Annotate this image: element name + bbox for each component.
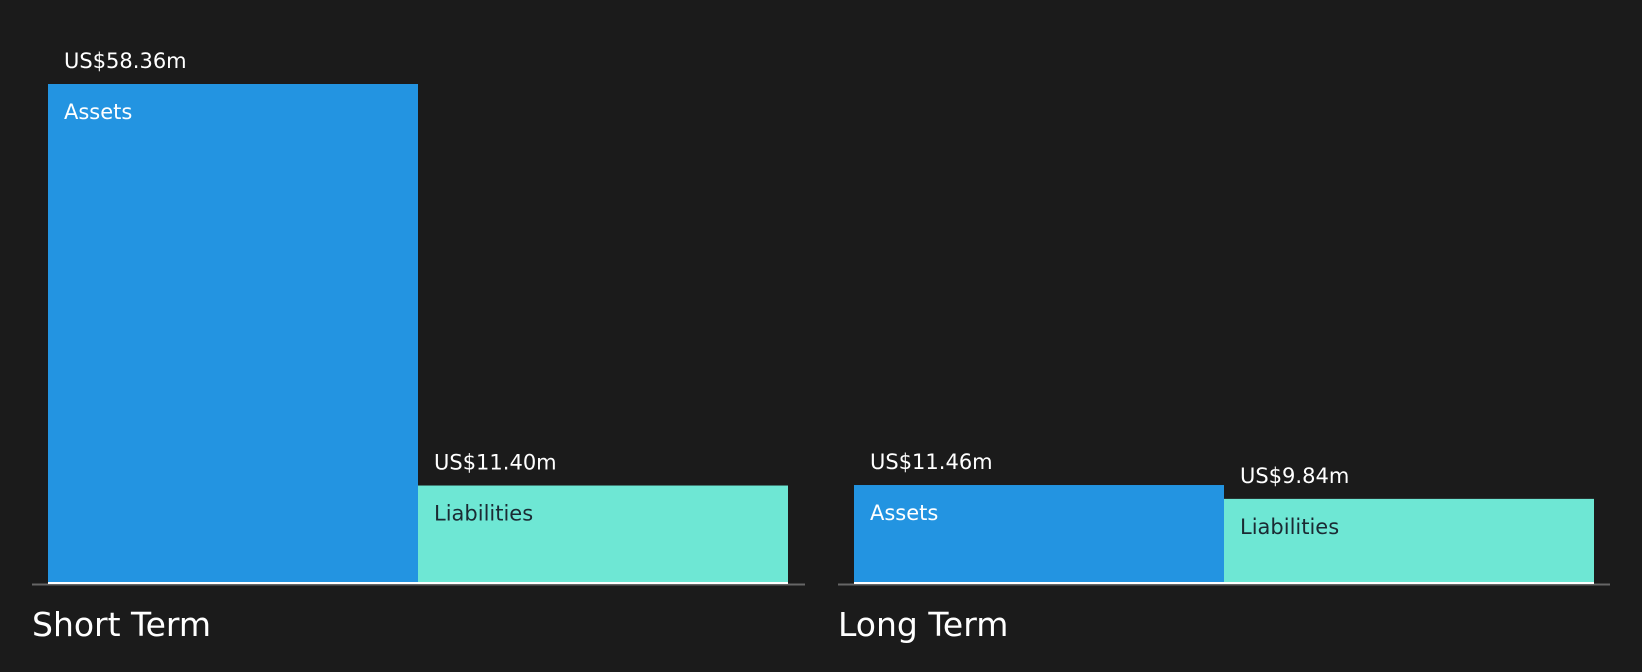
bar-label-0-1: Liabilities: [434, 502, 533, 526]
balance-sheet-chart: US$58.36m Assets US$11.40m Liabilities Short…: [0, 0, 1642, 668]
bar-1-0: [854, 485, 1224, 583]
value-label-0-1: US$11.40m: [434, 451, 557, 475]
bar-0-0: [48, 84, 418, 583]
bar-1-1: [1224, 498, 1594, 583]
bar-label-1-0: Assets: [870, 501, 938, 525]
group-label-1: Long Term: [838, 605, 1008, 644]
bar-0-1: [418, 485, 788, 583]
value-label-0-0: US$58.36m: [64, 49, 187, 73]
bar-label-1-1: Liabilities: [1240, 515, 1339, 539]
chart-canvas: US$58.36m Assets US$11.40m Liabilities Short…: [32, 49, 1610, 644]
bar-label-0-0: Assets: [64, 100, 132, 124]
group-label-0: Short Term: [32, 605, 211, 644]
value-label-1-0: US$11.46m: [870, 450, 993, 474]
value-label-1-1: US$9.84m: [1240, 464, 1349, 488]
